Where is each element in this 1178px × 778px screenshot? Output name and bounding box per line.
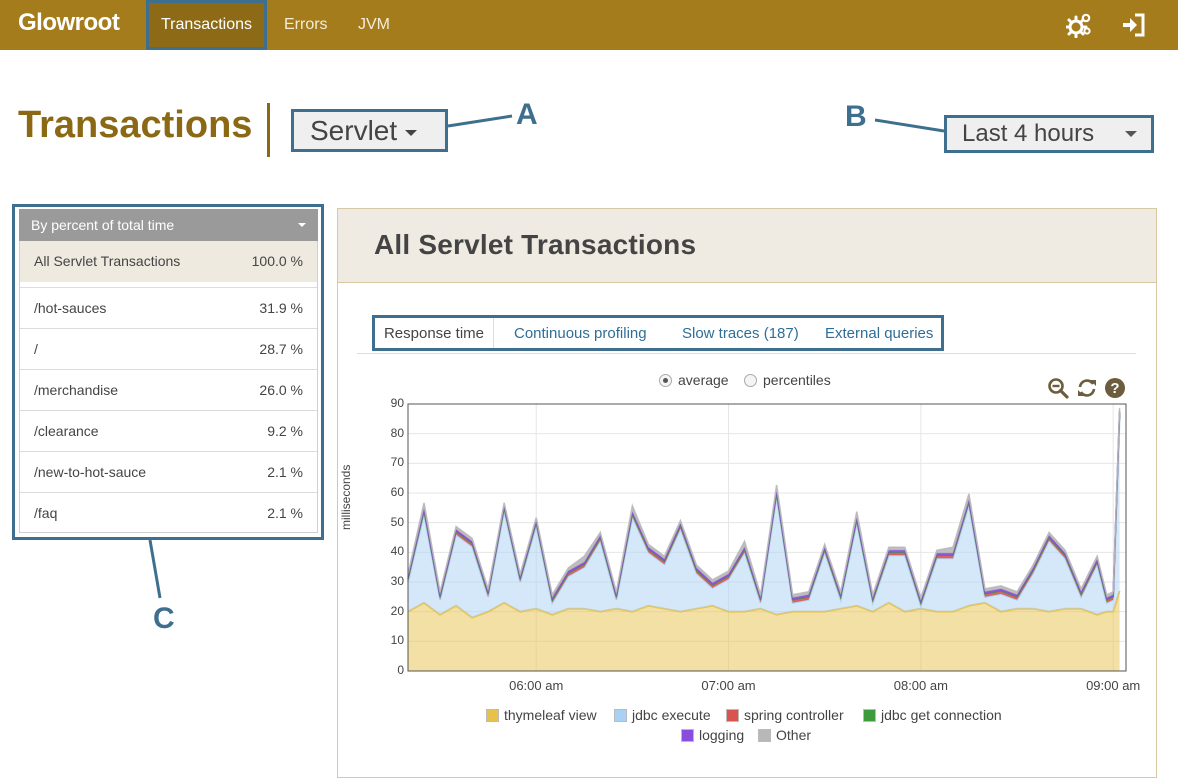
legend-item[interactable]: jdbc execute <box>614 707 711 723</box>
legend-item[interactable]: thymeleaf view <box>486 707 597 723</box>
x-tick-label: 08:00 am <box>893 678 948 693</box>
legend-label: thymeleaf view <box>504 707 597 723</box>
legend-item[interactable]: spring controller <box>726 707 844 723</box>
y-tick-label: 70 <box>390 455 404 470</box>
y-tick-label: 40 <box>390 544 404 559</box>
legend-label: Other <box>776 727 812 743</box>
y-tick-label: 0 <box>397 663 404 677</box>
y-axis-label: milliseconds <box>339 464 353 530</box>
x-tick-label: 09:00 am <box>1086 678 1141 693</box>
legend-swatch <box>758 729 771 742</box>
legend-label: spring controller <box>744 707 844 723</box>
legend-swatch <box>726 709 739 722</box>
legend-swatch <box>486 709 499 722</box>
response-time-chart[interactable] <box>0 0 1178 770</box>
y-tick-label: 80 <box>390 425 404 440</box>
legend-swatch <box>863 709 876 722</box>
legend-item[interactable]: logging <box>681 727 744 743</box>
y-tick-label: 30 <box>390 574 404 588</box>
y-tick-label: 20 <box>390 603 404 618</box>
legend-item[interactable]: Other <box>758 727 811 743</box>
x-tick-label: 06:00 am <box>509 678 564 693</box>
legend-label: logging <box>699 727 745 743</box>
legend-label: jdbc get connection <box>881 707 1002 723</box>
legend-label: jdbc execute <box>632 707 711 723</box>
legend-swatch <box>681 729 694 742</box>
y-tick-label: 50 <box>390 514 404 529</box>
legend-swatch <box>614 709 627 722</box>
y-tick-label: 90 <box>390 396 404 410</box>
y-tick-label: 60 <box>390 485 404 499</box>
x-tick-label: 07:00 am <box>701 678 756 693</box>
legend-item[interactable]: jdbc get connection <box>863 707 1002 723</box>
y-tick-label: 10 <box>390 633 404 648</box>
